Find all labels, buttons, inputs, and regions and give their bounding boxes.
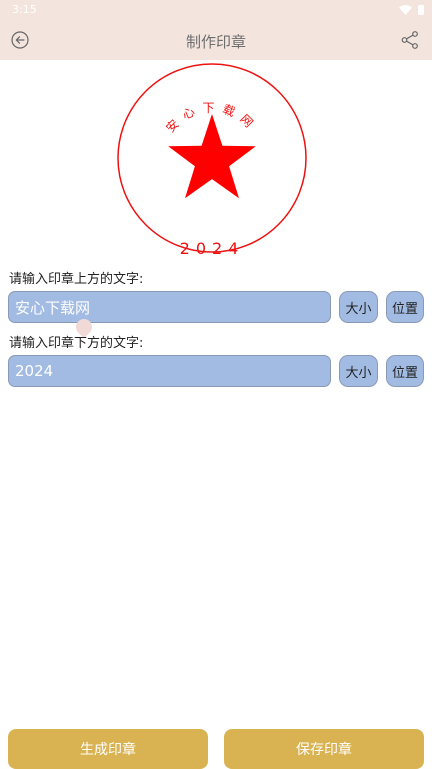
top-size-button[interactable]: 大小 — [339, 291, 378, 323]
generate-seal-button[interactable]: 生成印章 — [8, 729, 208, 769]
bottom-text-value: 2024 — [15, 362, 54, 380]
page-title: 制作印章 — [185, 33, 246, 51]
share-icon — [401, 31, 418, 49]
top-position-button[interactable]: 位置 — [386, 291, 424, 323]
bottom-text-input[interactable]: 2024 — [8, 355, 331, 387]
seal-preview: 安心下载网 2024 — [114, 62, 310, 258]
top-text-input[interactable]: 安心下载网 — [8, 291, 331, 323]
bottom-position-button[interactable]: 位置 — [386, 355, 424, 387]
app-bar: 制作印章 — [0, 20, 432, 60]
share-button[interactable] — [398, 28, 422, 52]
wifi-icon — [399, 5, 412, 15]
save-seal-button[interactable]: 保存印章 — [224, 729, 424, 769]
top-text-label: 请输入印章上方的文字: — [9, 272, 144, 287]
top-text-value: 安心下载网 — [15, 298, 91, 317]
seal-bottom-text: 2024 — [180, 239, 245, 258]
battery-icon — [418, 5, 424, 15]
status-bar: 3:15 — [0, 0, 432, 20]
status-time: 3:15 — [12, 3, 37, 16]
bottom-text-label: 请输入印章下方的文字: — [9, 336, 144, 351]
bottom-size-button[interactable]: 大小 — [339, 355, 378, 387]
